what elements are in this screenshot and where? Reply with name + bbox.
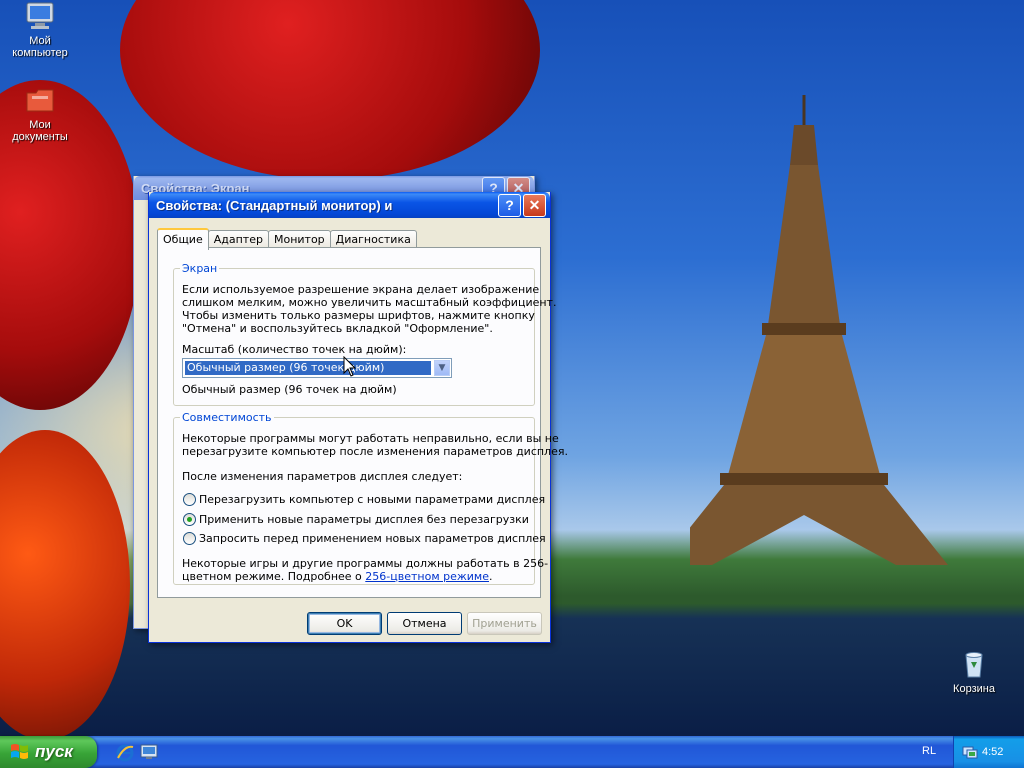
mouse-cursor-icon	[343, 356, 357, 377]
my-documents-icon	[24, 84, 56, 116]
desktop-icon-label: Корзина	[953, 683, 995, 695]
dpi-dropdown-value: Обычный размер (96 точек/дюйм)	[185, 361, 431, 375]
dialog-title: Свойства: (Стандартный монитор) и	[156, 197, 393, 213]
apply-without-restart-radio[interactable]	[183, 513, 196, 526]
internet-explorer-icon[interactable]	[116, 744, 134, 762]
ok-button[interactable]: OK	[307, 612, 382, 635]
desktop: Мой компьютер Мои документы Корзина Свой…	[0, 0, 1024, 736]
tab-adapter[interactable]: Адаптер	[207, 230, 269, 248]
dpi-label: Масштаб (количество точек на дюйм):	[182, 343, 407, 356]
ask-before-apply-radio[interactable]	[183, 532, 196, 545]
clock[interactable]: 4:52	[982, 746, 1003, 758]
taskbar: пуск RL 4:52	[0, 736, 1024, 768]
screen-description-line: Чтобы изменить только размеры шрифтов, н…	[182, 309, 535, 322]
games-note-suffix: .	[489, 570, 493, 583]
recycle-bin-icon	[958, 648, 990, 680]
eiffel-tower-illustration	[690, 95, 948, 565]
screen-group: Экран Если используемое разрешение экран…	[173, 262, 556, 406]
close-button[interactable]: ✕	[523, 193, 546, 217]
restart-radio[interactable]	[183, 493, 196, 506]
after-change-label: После изменения параметров дисплея следу…	[182, 470, 463, 483]
compatibility-group: Совместимость Некоторые программы могут …	[173, 411, 568, 585]
tab-general[interactable]: Общие	[157, 228, 209, 250]
tab-diagnostics[interactable]: Диагностика	[329, 230, 417, 248]
screen-group-legend: Экран	[180, 262, 220, 275]
my-computer-icon	[24, 0, 56, 32]
ask-before-apply-radio-label[interactable]: Запросить перед применением новых параме…	[199, 532, 546, 545]
desktop-icon-label: Мой	[29, 35, 51, 47]
desktop-icon-my-computer[interactable]: Мой компьютер	[0, 0, 80, 59]
dialog-titlebar[interactable]: Свойства: (Стандартный монитор) и ? ✕	[149, 192, 550, 218]
compat-description-line: перезагрузите компьютер после изменения …	[182, 445, 568, 458]
screen-description-line: слишком мелким, можно увеличить масштабн…	[182, 296, 557, 309]
256-color-mode-link[interactable]: 256-цветном режиме	[365, 570, 489, 583]
system-tray: 4:52	[953, 736, 1024, 768]
tab-panel-general: Экран Если используемое разрешение экран…	[157, 247, 568, 598]
screen-description-line: "Отмена" и воспользуйтесь вкладкой "Офор…	[182, 322, 493, 335]
leaf-cluster	[120, 0, 540, 180]
compat-description-line: Некоторые программы могут работать непра…	[182, 432, 559, 445]
dpi-note: Обычный размер (96 точек на дюйм)	[182, 383, 397, 396]
cancel-button[interactable]: Отмена	[387, 612, 462, 635]
compatibility-group-legend: Совместимость	[180, 411, 274, 424]
windows-logo-icon	[11, 744, 28, 759]
desktop-icon-label: компьютер	[12, 47, 68, 59]
tab-strip: Общие Адаптер Монитор Диагностика	[157, 228, 417, 250]
show-desktop-icon[interactable]	[140, 744, 158, 760]
screen-description-line: Если используемое разрешение экрана дела…	[182, 283, 540, 296]
start-button[interactable]: пуск	[0, 736, 97, 768]
tab-monitor[interactable]: Монитор	[267, 230, 331, 248]
desktop-icon-label: документы	[12, 131, 68, 143]
restart-radio-label[interactable]: Перезагрузить компьютер с новыми парамет…	[199, 493, 545, 506]
games-note-line: Некоторые игры и другие программы должны…	[182, 557, 549, 570]
desktop-icon-recycle-bin[interactable]: Корзина	[934, 648, 1014, 695]
desktop-icon-label: Мои	[29, 119, 51, 131]
chevron-down-icon[interactable]: ▼	[434, 360, 450, 376]
apply-button: Применить	[467, 612, 542, 635]
games-note-prefix: цветном режиме. Подробнее о	[182, 570, 366, 583]
language-indicator[interactable]: RL	[922, 745, 936, 757]
help-button[interactable]: ?	[498, 193, 521, 217]
network-icon[interactable]	[962, 744, 978, 760]
start-label: пуск	[35, 742, 73, 761]
apply-without-restart-radio-label[interactable]: Применить новые параметры дисплея без пе…	[199, 513, 529, 526]
leaf-cluster	[0, 430, 130, 736]
monitor-properties-dialog[interactable]: Свойства: (Стандартный монитор) и ? ✕ Об…	[148, 192, 568, 643]
dpi-dropdown[interactable]: Обычный размер (96 точек/дюйм) ▼	[182, 358, 452, 378]
desktop-icon-my-documents[interactable]: Мои документы	[0, 84, 80, 143]
games-note-line-2: цветном режиме. Подробнее о 256-цветном …	[182, 570, 493, 583]
